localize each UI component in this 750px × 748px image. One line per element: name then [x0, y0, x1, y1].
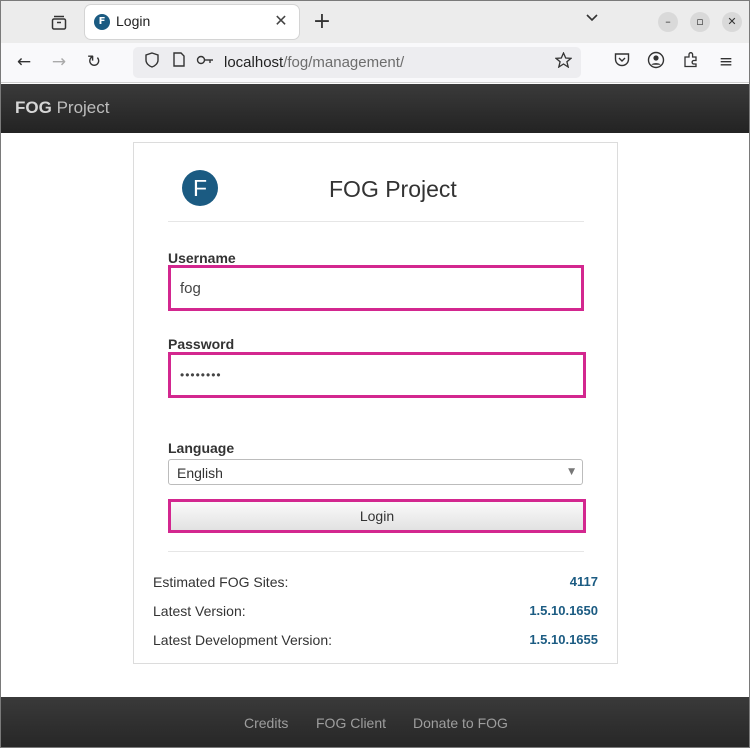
brand-rest: Project: [51, 98, 110, 117]
footer-link-donate[interactable]: Donate to FOG: [413, 715, 508, 731]
browser-window: F Login ✕ + – ▫ ✕ ← → ↻ localhost/fog/ma…: [0, 0, 750, 748]
url-text[interactable]: localhost/fog/management/: [224, 54, 404, 71]
tab-close-icon[interactable]: ✕: [271, 11, 291, 31]
language-select[interactable]: English ▼: [168, 459, 583, 485]
page-icon[interactable]: [169, 52, 189, 72]
stat-label-sites: Estimated FOG Sites:: [153, 574, 289, 590]
url-host: localhost: [224, 54, 284, 71]
login-panel: F FOG Project Username Password ••••••••…: [133, 142, 618, 664]
username-input[interactable]: [168, 265, 584, 311]
tab-overview-icon[interactable]: [45, 10, 73, 34]
stat-value-latest-version[interactable]: 1.5.10.1650: [529, 603, 598, 618]
username-label: Username: [168, 250, 236, 266]
extensions-icon[interactable]: [680, 51, 702, 73]
key-icon[interactable]: [195, 52, 215, 72]
stat-value-dev-version[interactable]: 1.5.10.1655: [529, 632, 598, 647]
star-bookmark-icon[interactable]: [553, 51, 573, 72]
shield-icon[interactable]: [142, 52, 162, 72]
password-input[interactable]: ••••••••: [168, 352, 586, 398]
fog-logo-icon: F: [182, 170, 218, 206]
app-footer: Credits FOG Client Donate to FOG: [1, 697, 749, 747]
address-bar[interactable]: localhost/fog/management/: [133, 47, 581, 78]
stat-value-sites[interactable]: 4117: [570, 574, 598, 589]
back-arrow-icon[interactable]: ←: [13, 51, 35, 73]
stat-label-dev-version: Latest Development Version:: [153, 632, 332, 648]
account-icon[interactable]: [645, 51, 667, 73]
divider: [168, 221, 584, 222]
close-window-icon[interactable]: ✕: [722, 12, 742, 32]
login-button[interactable]: Login: [168, 499, 586, 533]
language-label: Language: [168, 440, 235, 456]
tab-login[interactable]: F Login ✕: [85, 5, 299, 39]
new-tab-icon[interactable]: +: [311, 10, 333, 34]
language-selected-value: English: [177, 465, 223, 481]
footer-link-credits[interactable]: Credits: [244, 715, 288, 731]
tab-strip: F Login ✕ + – ▫ ✕: [1, 1, 749, 43]
maximize-icon[interactable]: ▫: [690, 12, 710, 32]
stat-label-latest-version: Latest Version:: [153, 603, 246, 619]
menu-icon[interactable]: ≡: [715, 51, 737, 73]
footer-link-fog-client[interactable]: FOG Client: [316, 715, 386, 731]
tab-title: Login: [116, 13, 151, 29]
fog-favicon-icon: F: [94, 14, 110, 30]
chevron-down-icon[interactable]: [582, 11, 602, 33]
url-path: /fog/management/: [283, 54, 405, 71]
caret-down-icon: ▼: [568, 467, 575, 477]
minimize-icon[interactable]: –: [658, 12, 678, 32]
login-title: FOG Project: [329, 176, 457, 202]
forward-arrow-icon[interactable]: →: [48, 51, 70, 73]
navigation-toolbar: ← → ↻ localhost/fog/management/ ≡: [1, 43, 749, 83]
brand-bold: FOG: [15, 98, 52, 117]
divider: [168, 551, 584, 552]
app-header: FOG Project: [1, 84, 749, 133]
password-label: Password: [168, 336, 235, 352]
pocket-icon[interactable]: [611, 51, 633, 73]
brand-link[interactable]: FOG Project: [15, 98, 109, 118]
reload-icon[interactable]: ↻: [83, 51, 105, 73]
